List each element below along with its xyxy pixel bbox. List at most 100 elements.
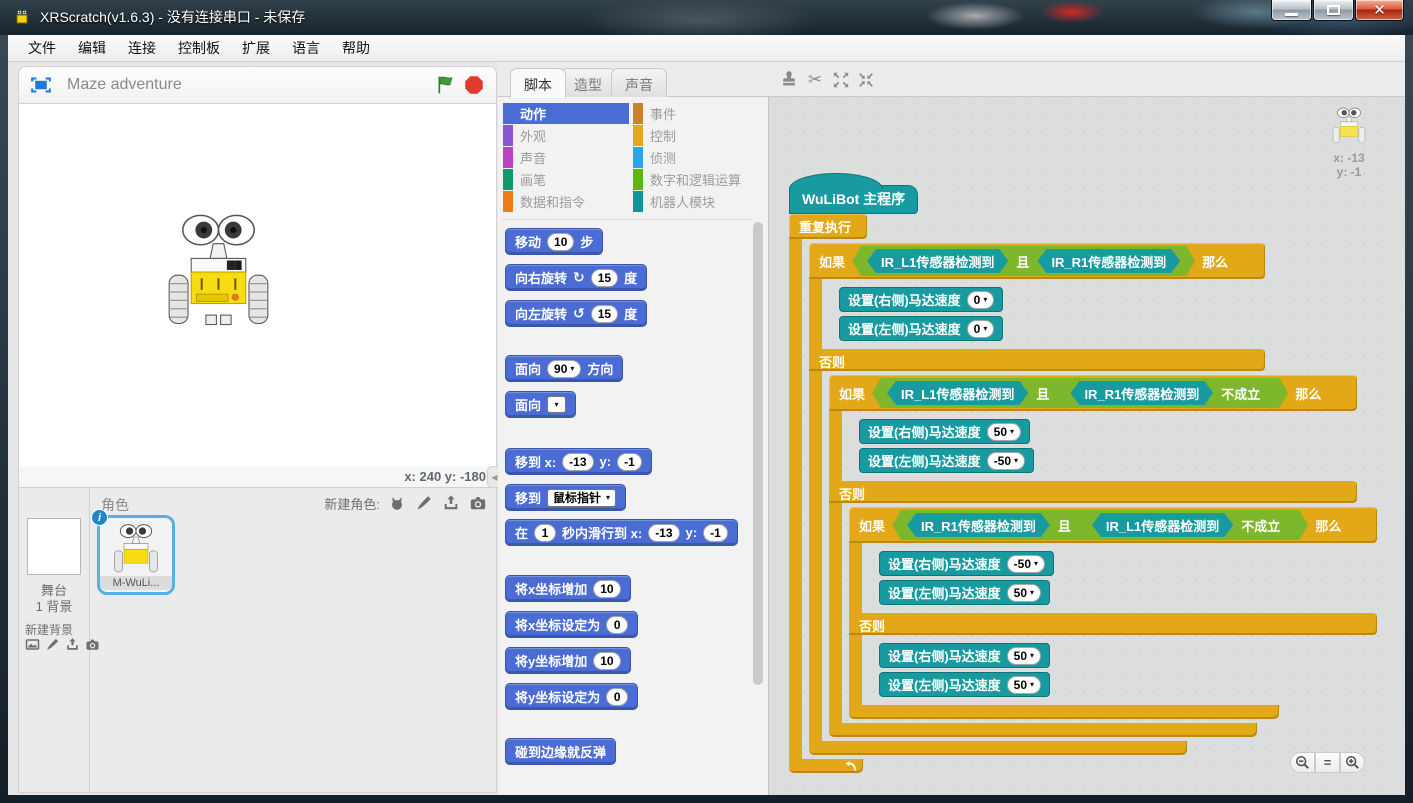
set-left-motor-block[interactable]: 设置(左侧)马达速度 0▾ [839, 316, 1003, 341]
block-point-in-direction[interactable]: 面向 90▾ 方向 [505, 355, 623, 382]
sprite-tile-wulibot[interactable]: M-WuLi... [97, 515, 175, 595]
sensor-ir-l1-block[interactable]: IR_L1传感器检测到 [887, 381, 1028, 405]
steps-input[interactable]: 10 [547, 233, 574, 251]
forever-block[interactable]: 重复执行 如果 IR_L1传感器检测到 且 IR_R1传感器检测到 [789, 214, 1377, 773]
menu-connect[interactable]: 连接 [117, 35, 167, 61]
category-robot[interactable]: 机器人模块 [633, 191, 759, 212]
speed-dropdown[interactable]: 0▾ [967, 291, 995, 309]
direction-dropdown[interactable]: 90▾ [547, 360, 581, 378]
if-else-block-outer[interactable]: 如果 IR_L1传感器检测到 且 IR_R1传感器检测到 那么 [809, 243, 1377, 755]
backdrop-library-icon[interactable] [24, 636, 41, 653]
category-motion[interactable]: 动作 [503, 103, 629, 124]
else-divider[interactable]: 否则 [849, 613, 1377, 635]
category-sensing[interactable]: 侦测 [633, 147, 759, 168]
tab-scripts[interactable]: 脚本 [510, 68, 566, 98]
backdrop-paint-icon[interactable] [44, 636, 61, 653]
menu-extensions[interactable]: 扩展 [231, 35, 281, 61]
category-looks[interactable]: 外观 [503, 125, 629, 146]
y-input[interactable]: -1 [617, 453, 642, 471]
script-stack[interactable]: WuLiBot 主程序 重复执行 如果 IR_L1传感器检测到 [789, 171, 1377, 773]
stage-canvas[interactable] [18, 104, 497, 467]
else-divider[interactable]: 否则 [809, 349, 1265, 371]
set-right-motor-block[interactable]: 设置(右侧)马达速度 -50▾ [879, 551, 1054, 576]
menu-language[interactable]: 语言 [281, 35, 331, 61]
y-input[interactable]: -1 [703, 524, 728, 542]
category-sound[interactable]: 声音 [503, 147, 629, 168]
menu-help[interactable]: 帮助 [331, 35, 381, 61]
block-goto-mouse[interactable]: 移到 鼠标指针▾ [505, 484, 626, 511]
degrees-input[interactable]: 15 [591, 305, 618, 323]
block-set-y[interactable]: 将y坐标设定为 0 [505, 683, 638, 710]
if-header[interactable]: 如果 IR_L1传感器检测到 且 IR_R1传感器检测到 不成立 [829, 375, 1357, 411]
speed-dropdown[interactable]: 50▾ [1007, 584, 1041, 602]
value-input[interactable]: 0 [606, 688, 628, 706]
backdrop-upload-icon[interactable] [64, 636, 81, 653]
and-operator-block[interactable]: IR_L1传感器检测到 且 IR_R1传感器检测到 不成立 [872, 378, 1288, 408]
zoom-in-button[interactable] [1340, 752, 1365, 773]
sensor-ir-r1-block[interactable]: IR_R1传感器检测到 [1070, 381, 1213, 405]
category-data[interactable]: 数据和指令 [503, 191, 629, 212]
menu-file[interactable]: 文件 [17, 35, 67, 61]
set-left-motor-block[interactable]: 设置(左侧)马达速度 50▾ [879, 580, 1050, 605]
fullscreen-icon[interactable] [31, 75, 51, 95]
speed-dropdown[interactable]: 50▾ [987, 423, 1021, 441]
degrees-input[interactable]: 15 [591, 269, 618, 287]
set-right-motor-block[interactable]: 设置(右侧)马达速度 50▾ [879, 643, 1050, 668]
if-header[interactable]: 如果 IR_R1传感器检测到 且 IR_L1传感器检测到 不成立 [849, 507, 1377, 543]
backdrop-camera-icon[interactable] [84, 636, 101, 653]
camera-icon[interactable] [468, 493, 488, 513]
minimize-button[interactable] [1271, 0, 1312, 21]
project-title[interactable]: Maze adventure [67, 76, 436, 94]
towards-dropdown[interactable]: ▾ [547, 396, 566, 413]
sprite-info-icon[interactable]: i [91, 509, 108, 526]
category-events[interactable]: 事件 [633, 103, 759, 124]
tab-costumes[interactable]: 造型 [560, 68, 616, 98]
speed-dropdown[interactable]: 0▾ [967, 320, 995, 338]
if-else-block-middle[interactable]: 如果 IR_L1传感器检测到 且 IR_R1传感器检测到 不成立 [829, 375, 1377, 737]
sensor-ir-l1-block[interactable]: IR_L1传感器检测到 [1092, 513, 1233, 537]
block-point-towards[interactable]: 面向 ▾ [505, 391, 576, 418]
close-button[interactable]: ✕ [1355, 0, 1404, 21]
set-left-motor-block[interactable]: 设置(左侧)马达速度 50▾ [879, 672, 1050, 697]
palette-scrollbar[interactable] [753, 222, 763, 685]
stamp-icon[interactable] [778, 69, 800, 91]
stage-sprite-walle[interactable] [166, 212, 271, 330]
not-operator-block[interactable]: IR_R1传感器检测到 不成立 [1057, 381, 1273, 405]
else-divider[interactable]: 否则 [829, 481, 1357, 503]
script-workspace[interactable]: x: -13 y: -1 WuLiBot 主程序 重复执行 如果 [768, 97, 1405, 795]
forever-block-header[interactable]: 重复执行 [789, 214, 867, 239]
not-operator-block[interactable]: IR_L1传感器检测到 不成立 [1079, 513, 1293, 537]
stage-thumbnail[interactable] [27, 518, 81, 575]
green-flag-button[interactable] [436, 75, 456, 95]
x-input[interactable]: -13 [648, 524, 679, 542]
upload-icon[interactable] [441, 493, 461, 513]
block-goto-xy[interactable]: 移到 x: -13 y: -1 [505, 448, 652, 475]
zoom-out-button[interactable] [1290, 752, 1315, 773]
set-right-motor-block[interactable]: 设置(右侧)马达速度 50▾ [859, 419, 1030, 444]
category-operators[interactable]: 数字和逻辑运算 [633, 169, 759, 190]
stop-button[interactable] [464, 75, 484, 95]
category-control[interactable]: 控制 [633, 125, 759, 146]
sensor-ir-l1-block[interactable]: IR_L1传感器检测到 [867, 249, 1008, 273]
block-set-x[interactable]: 将x坐标设定为 0 [505, 611, 638, 638]
shrink-icon[interactable] [855, 69, 877, 91]
zoom-reset-button[interactable]: = [1315, 752, 1340, 773]
block-change-x[interactable]: 将x坐标增加 10 [505, 575, 631, 602]
category-pen[interactable]: 画笔 [503, 169, 629, 190]
speed-dropdown[interactable]: -50▾ [987, 452, 1025, 470]
tab-sounds[interactable]: 声音 [611, 68, 667, 98]
block-bounce-on-edge[interactable]: 碰到边缘就反弹 [505, 738, 616, 765]
menu-board[interactable]: 控制板 [167, 35, 231, 61]
scissors-icon[interactable]: ✂ [804, 69, 826, 91]
x-input[interactable]: -13 [562, 453, 593, 471]
speed-dropdown[interactable]: 50▾ [1007, 676, 1041, 694]
if-header[interactable]: 如果 IR_L1传感器检测到 且 IR_R1传感器检测到 那么 [809, 243, 1265, 279]
wulibot-main-hat-block[interactable]: WuLiBot 主程序 [789, 185, 918, 214]
set-left-motor-block[interactable]: 设置(左侧)马达速度 -50▾ [859, 448, 1034, 473]
speed-dropdown[interactable]: 50▾ [1007, 647, 1041, 665]
paintbrush-icon[interactable] [414, 493, 434, 513]
sensor-ir-r1-block[interactable]: IR_R1传感器检测到 [907, 513, 1050, 537]
seconds-input[interactable]: 1 [534, 524, 556, 542]
menu-edit[interactable]: 编辑 [67, 35, 117, 61]
block-change-y[interactable]: 将y坐标增加 10 [505, 647, 631, 674]
